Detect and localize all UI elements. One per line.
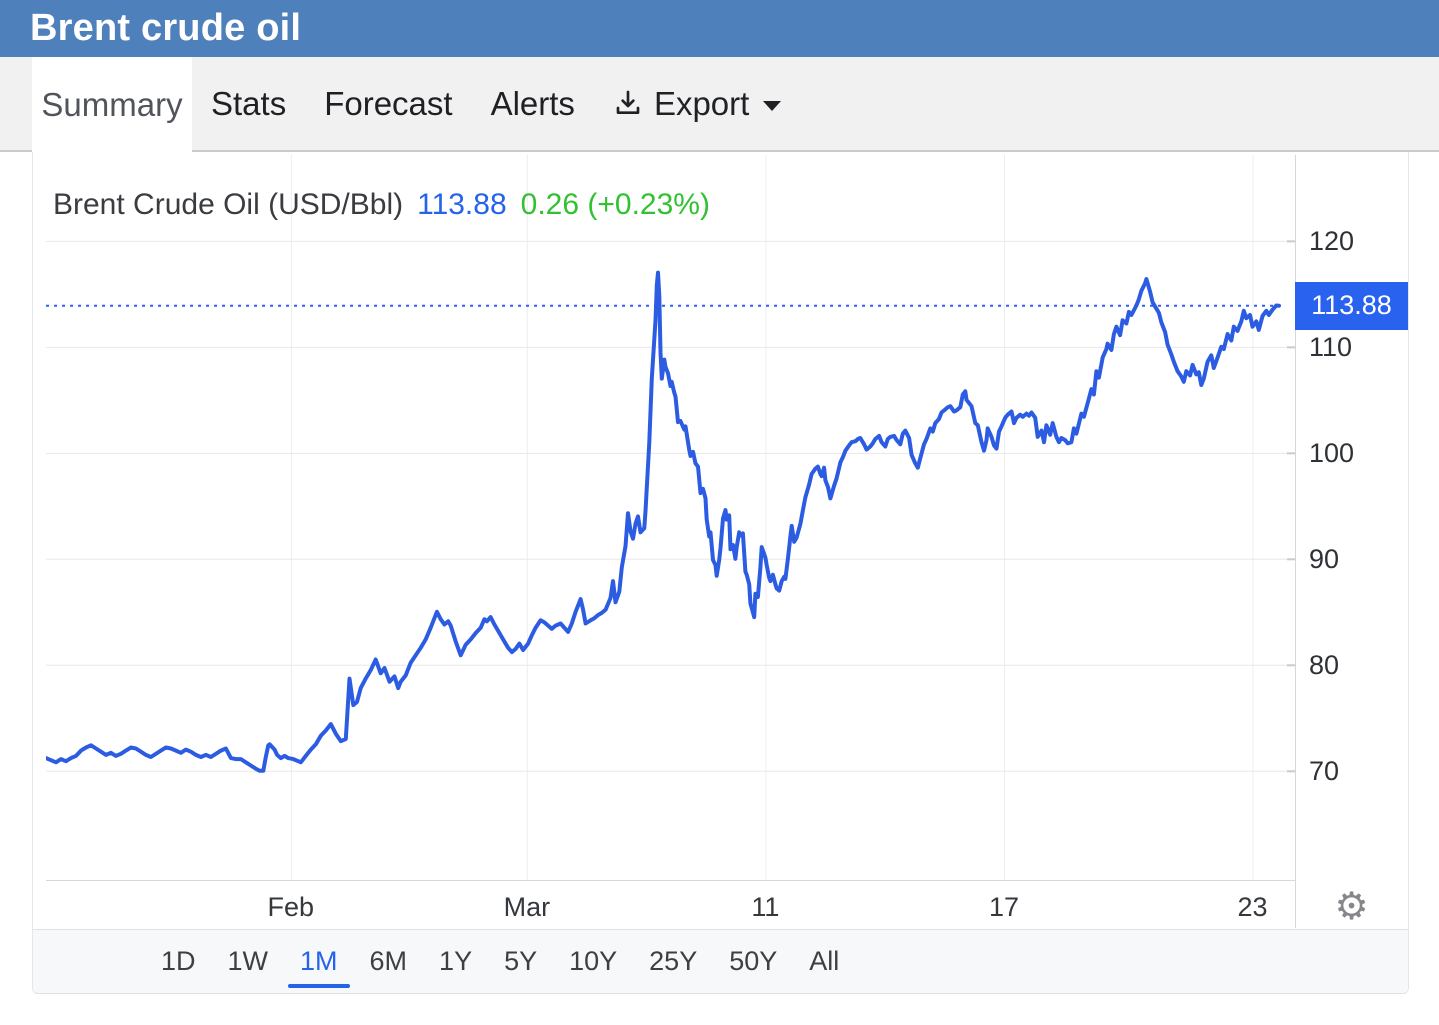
tab-alerts[interactable]: Alerts — [472, 57, 594, 150]
y-axis-label: 100 — [1309, 438, 1354, 468]
x-axis-label: 23 — [1238, 892, 1268, 922]
tab-alerts-label: Alerts — [491, 85, 575, 123]
range-button-50y[interactable]: 50Y — [713, 930, 793, 993]
tab-summary[interactable]: Summary — [32, 57, 192, 152]
tab-stats[interactable]: Stats — [192, 57, 305, 150]
caret-down-icon — [763, 101, 781, 111]
last-price-badge: 113.88 — [1295, 282, 1408, 330]
export-button[interactable]: Export — [612, 57, 781, 150]
gear-icon: ⚙ — [1334, 887, 1368, 925]
page-title: Brent crude oil — [30, 7, 301, 50]
range-button-25y[interactable]: 25Y — [633, 930, 713, 993]
range-button-1w[interactable]: 1W — [212, 930, 285, 993]
range-button-all[interactable]: All — [793, 930, 855, 993]
export-label: Export — [654, 85, 749, 123]
range-toolbar: 1D1W1M6M1Y5Y10Y25Y50YAll — [33, 929, 1408, 993]
tab-forecast-label: Forecast — [324, 85, 452, 123]
y-axis-label: 90 — [1309, 544, 1339, 574]
range-button-6m[interactable]: 6M — [354, 930, 424, 993]
range-button-1y[interactable]: 1Y — [423, 930, 488, 993]
chart-panel: Brent Crude Oil (USD/Bbl) 113.88 0.26 (+… — [32, 152, 1409, 994]
range-button-1m[interactable]: 1M — [284, 930, 354, 993]
x-axis-label: Mar — [504, 892, 551, 922]
axis-settings-button[interactable]: ⚙ — [1295, 883, 1408, 928]
x-axis-label: 17 — [989, 892, 1019, 922]
range-button-10y[interactable]: 10Y — [553, 930, 633, 993]
tab-forecast[interactable]: Forecast — [305, 57, 471, 150]
range-button-5y[interactable]: 5Y — [488, 930, 553, 993]
x-axis-label: 11 — [751, 892, 779, 922]
tab-summary-label: Summary — [41, 86, 182, 124]
y-axis-label: 70 — [1309, 756, 1339, 786]
download-tray-icon — [612, 88, 644, 120]
x-axis-label: Feb — [268, 892, 315, 922]
price-chart[interactable] — [46, 155, 1295, 881]
y-axis-label: 110 — [1309, 332, 1352, 362]
y-axis-label: 120 — [1309, 226, 1354, 256]
window-titlebar: Brent crude oil — [0, 0, 1439, 57]
tab-stats-label: Stats — [211, 85, 286, 123]
y-axis-line — [1295, 155, 1296, 928]
range-button-1d[interactable]: 1D — [145, 930, 212, 993]
tab-bar: Summary Stats Forecast Alerts Export — [0, 57, 1439, 152]
y-axis-label: 80 — [1309, 650, 1339, 680]
